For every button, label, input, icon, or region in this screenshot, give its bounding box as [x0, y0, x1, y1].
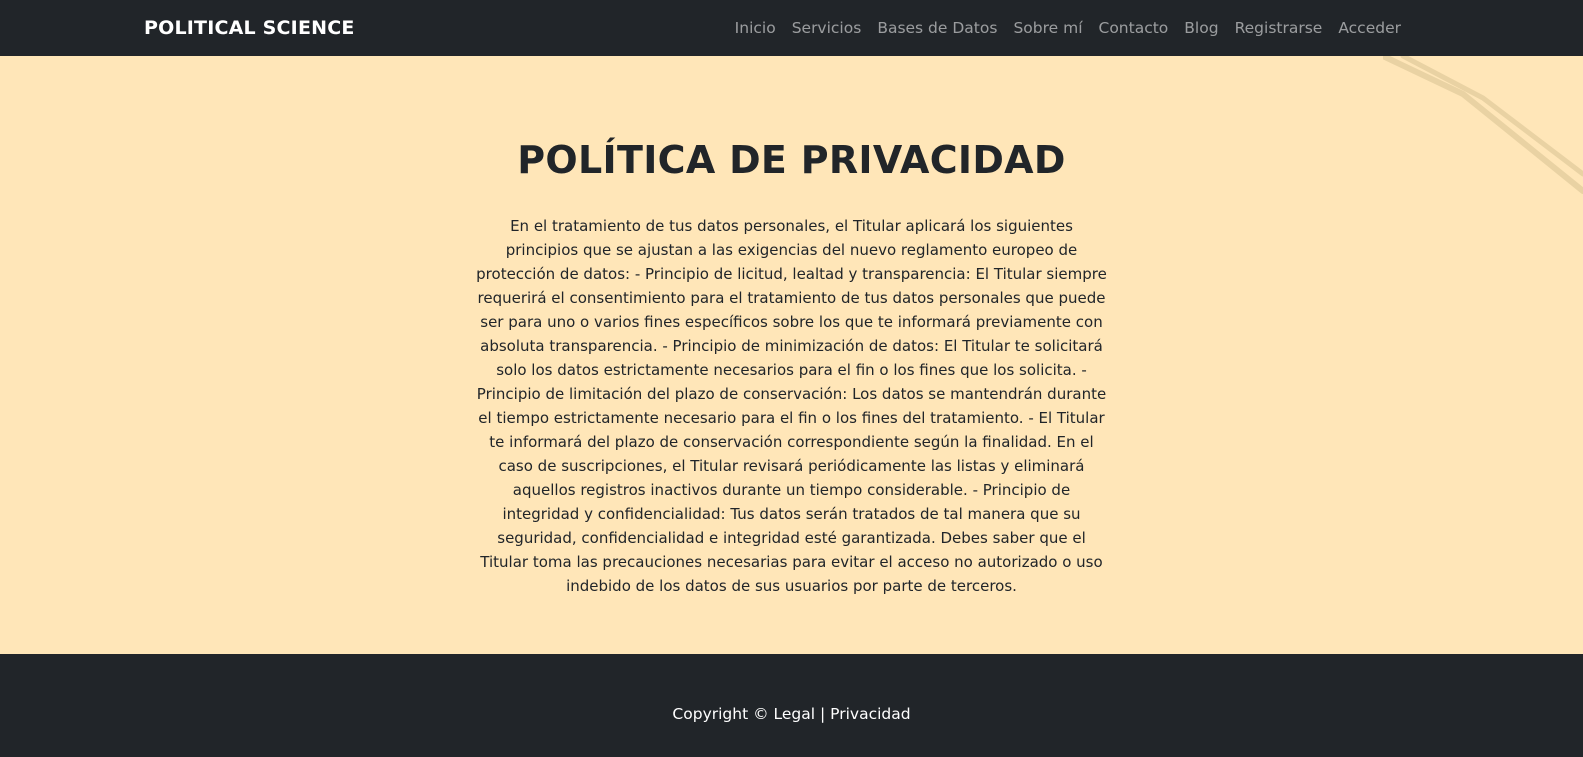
nav-link-acceder[interactable]: Acceder: [1338, 19, 1401, 37]
footer-link-privacidad[interactable]: Privacidad: [830, 705, 910, 723]
nav-link-contacto[interactable]: Contacto: [1099, 19, 1169, 37]
footer-link-legal[interactable]: Legal: [774, 705, 816, 723]
page-title: POLÍTICA DE PRIVACIDAD: [517, 138, 1066, 182]
nav-link-blog[interactable]: Blog: [1184, 19, 1218, 37]
footer: Copyright © Legal | Privacidad: [0, 654, 1583, 757]
copyright-text: Copyright ©: [672, 705, 774, 723]
decorative-lines: [1383, 56, 1583, 194]
nav-link-sobre-mi[interactable]: Sobre mí: [1013, 19, 1082, 37]
main-section: POLÍTICA DE PRIVACIDAD En el tratamiento…: [0, 56, 1583, 654]
privacy-paragraph: En el tratamiento de tus datos personale…: [476, 217, 1107, 595]
nav-links: Inicio Servicios Bases de Datos Sobre mí…: [735, 0, 1401, 56]
nav-link-servicios[interactable]: Servicios: [792, 19, 862, 37]
brand-logo[interactable]: POLITICAL SCIENCE: [144, 0, 355, 56]
nav-link-inicio[interactable]: Inicio: [735, 19, 776, 37]
nav-link-registrarse[interactable]: Registrarse: [1235, 19, 1323, 37]
navbar: POLITICAL SCIENCE Inicio Servicios Bases…: [0, 0, 1583, 56]
footer-separator: |: [815, 705, 831, 723]
footer-copyright: Copyright © Legal | Privacidad: [0, 705, 1583, 723]
nav-link-bases-de-datos[interactable]: Bases de Datos: [877, 19, 997, 37]
